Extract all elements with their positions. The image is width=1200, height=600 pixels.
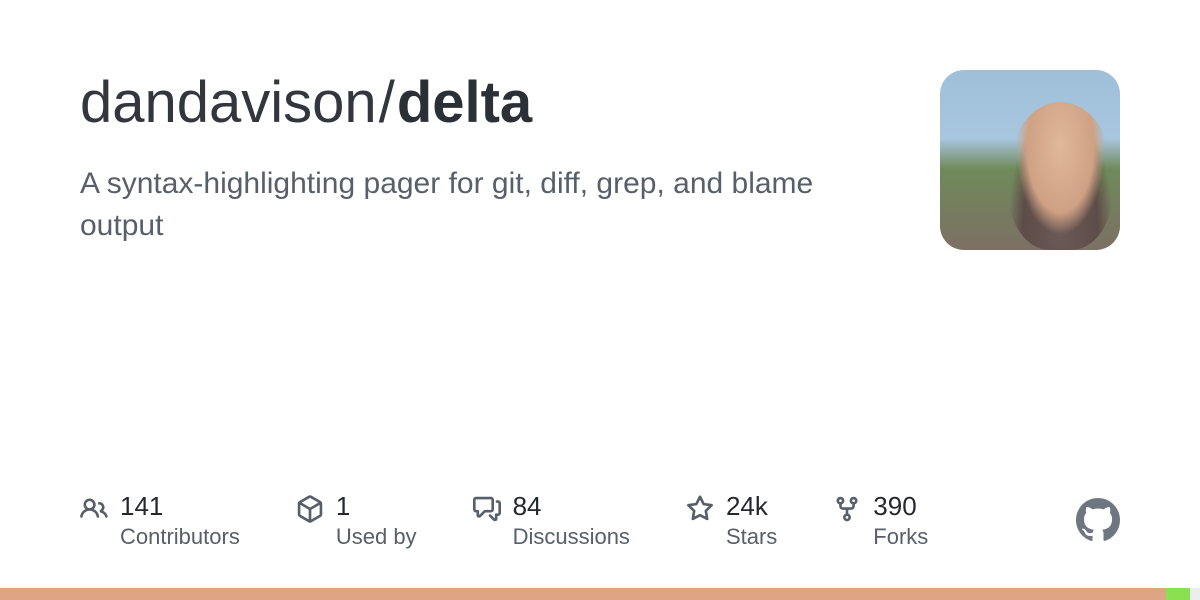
repo-main: dandavison/delta A syntax-highlighting p… xyxy=(80,70,940,247)
stat-contributors[interactable]: 141 Contributors xyxy=(80,491,240,550)
stat-usedby[interactable]: 1 Used by xyxy=(296,491,417,550)
people-icon xyxy=(80,495,108,523)
language-bar xyxy=(0,588,1200,600)
stat-label: Discussions xyxy=(513,524,630,550)
stats-row: 141 Contributors 1 Used by 84 Discussion… xyxy=(80,491,1120,550)
stat-value: 1 xyxy=(336,491,417,522)
repo-card: dandavison/delta A syntax-highlighting p… xyxy=(0,0,1200,250)
stat-label: Used by xyxy=(336,524,417,550)
stat-value: 390 xyxy=(873,491,928,522)
avatar[interactable] xyxy=(940,70,1120,250)
stat-forks[interactable]: 390 Forks xyxy=(833,491,928,550)
star-icon xyxy=(686,495,714,523)
stat-value: 84 xyxy=(513,491,630,522)
repo-separator: / xyxy=(379,70,395,135)
package-icon xyxy=(296,495,324,523)
github-logo-icon[interactable] xyxy=(1076,498,1120,542)
stat-stars[interactable]: 24k Stars xyxy=(686,491,777,550)
repo-title[interactable]: dandavison/delta xyxy=(80,70,900,137)
discussions-icon xyxy=(473,495,501,523)
stat-label: Contributors xyxy=(120,524,240,550)
repo-owner[interactable]: dandavison xyxy=(80,70,377,135)
stat-label: Stars xyxy=(726,524,777,550)
language-segment xyxy=(1190,588,1200,600)
stat-value: 24k xyxy=(726,491,777,522)
language-segment xyxy=(0,588,1166,600)
language-segment xyxy=(1166,588,1190,600)
repo-description: A syntax-highlighting pager for git, dif… xyxy=(80,163,840,247)
stat-label: Forks xyxy=(873,524,928,550)
fork-icon xyxy=(833,495,861,523)
stat-discussions[interactable]: 84 Discussions xyxy=(473,491,630,550)
repo-name[interactable]: delta xyxy=(397,70,532,135)
stat-value: 141 xyxy=(120,491,240,522)
